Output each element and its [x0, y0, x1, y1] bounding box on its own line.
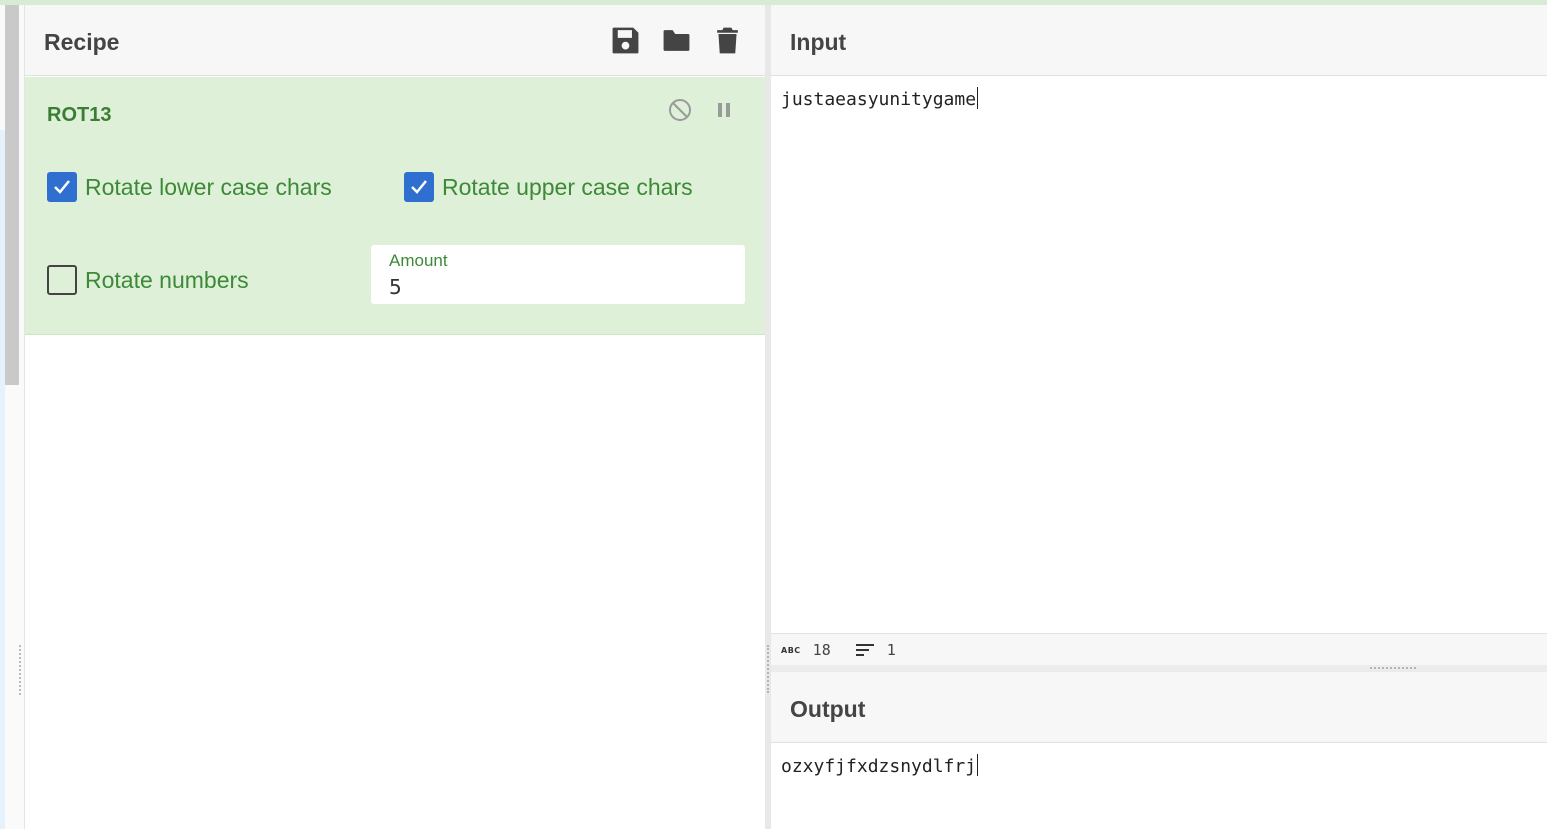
output-text: ozxyfjfxdzsnydlfrj [781, 756, 977, 777]
pause-icon[interactable] [712, 98, 736, 122]
rot13-operation[interactable]: ROT13 Rotate lower case chars Rotate upp… [25, 77, 766, 335]
rotate-upper-option[interactable]: Rotate upper case chars [404, 172, 693, 202]
io-divider[interactable] [771, 665, 1547, 672]
recipe-title: Recipe [44, 29, 120, 55]
rotate-numbers-label: Rotate numbers [85, 266, 249, 293]
checkmark-icon [411, 180, 427, 194]
output-header: Output [771, 672, 1547, 743]
left-resize-handle[interactable] [19, 645, 23, 695]
recipe-toolbar [610, 25, 743, 56]
output-title: Output [790, 696, 866, 722]
amount-input[interactable] [389, 273, 729, 301]
operation-controls [668, 98, 736, 122]
input-title: Input [790, 29, 847, 55]
io-resize-handle[interactable] [1370, 667, 1416, 669]
output-panel: Output ozxyfjfxdzsnydlfrj [771, 672, 1547, 829]
amount-field[interactable]: Amount [371, 245, 745, 304]
rotate-upper-checkbox[interactable] [404, 172, 434, 202]
input-panel: Input justaeasyunitygame [771, 5, 1547, 665]
rotate-numbers-checkbox[interactable] [47, 265, 77, 295]
length-value: 18 [812, 641, 831, 659]
amount-label: Amount [389, 251, 448, 270]
rotate-lower-checkbox[interactable] [47, 172, 77, 202]
input-textarea[interactable]: justaeasyunitygame [781, 87, 979, 110]
save-icon[interactable] [610, 25, 641, 56]
folder-icon[interactable] [661, 25, 692, 56]
recipe-panel: Recipe ROT13 Rotate lower case chars Rot… [24, 5, 766, 829]
length-stat: ABC 18 [781, 641, 831, 659]
rotate-lower-label: Rotate lower case chars [85, 173, 332, 200]
checkmark-icon [54, 180, 70, 194]
rotate-lower-option[interactable]: Rotate lower case chars [47, 172, 332, 202]
rotate-numbers-option[interactable]: Rotate numbers [47, 265, 249, 295]
text-caret [977, 754, 979, 776]
trash-icon[interactable] [712, 25, 743, 56]
rotate-upper-label: Rotate upper case chars [442, 173, 693, 200]
disable-icon[interactable] [668, 98, 692, 122]
lines-stat: 1 [841, 641, 896, 659]
left-scrollbar[interactable] [5, 5, 19, 385]
column-resize-handle[interactable] [767, 645, 769, 693]
lines-icon [855, 644, 874, 656]
lines-value: 1 [886, 641, 896, 659]
operation-title: ROT13 [47, 104, 112, 126]
input-text: justaeasyunitygame [781, 89, 977, 110]
recipe-header: Recipe [25, 5, 765, 76]
abc-icon: ABC [781, 645, 801, 655]
input-status-bar: ABC 18 1 [771, 633, 1547, 666]
input-header: Input [771, 5, 1547, 76]
output-textarea[interactable]: ozxyfjfxdzsnydlfrj [781, 754, 979, 777]
text-caret [977, 87, 979, 109]
